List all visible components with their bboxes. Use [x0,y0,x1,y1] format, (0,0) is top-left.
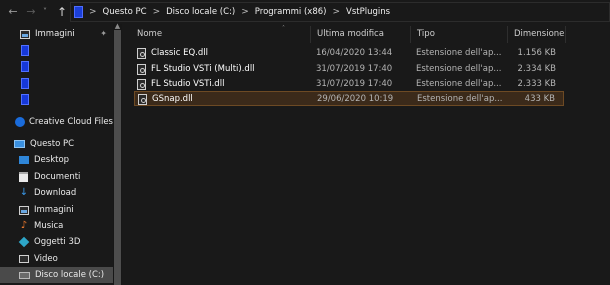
column-header-type[interactable]: Tipo [417,29,435,39]
sort-chevron-icon: ˄ [282,25,285,32]
desktop-icon [19,156,29,164]
file-size: 1.156 KB [517,48,556,58]
file-modified: 16/04/2020 13:44 [316,48,393,58]
nav-item-musica[interactable]: ♪ Musica [0,218,113,234]
breadcrumb-questo-pc[interactable]: Questo PC [103,7,147,17]
nav-item-hidden-3[interactable] [0,75,113,91]
nav-item-label: Download [34,188,77,198]
file-name: FL Studio VSTi.dll [151,79,225,89]
scroll-up-arrow-icon[interactable]: ▲ [113,22,122,30]
scroll-thumb[interactable] [114,30,121,285]
column-divider[interactable] [310,26,311,43]
chevron-right-icon: > [241,7,249,17]
forward-arrow-icon[interactable]: → [24,4,38,20]
nav-item-oggetti-3d[interactable]: Oggetti 3D [0,234,113,250]
file-type: Estensione dell'ap... [417,94,503,104]
file-modified: 29/06/2020 10:19 [317,94,394,104]
nav-item-label: Creative Cloud Files [29,117,113,127]
pictures-folder-icon [20,29,30,39]
file-row[interactable]: Classic EQ.dll 16/04/2020 13:44 Estensio… [134,46,564,61]
navigation-pane: Immagini ✦ Creative Cloud Files Questo P… [0,24,113,285]
breadcrumb-programmi-x86[interactable]: Programmi (x86) [255,7,327,17]
file-row-highlighted[interactable]: GSnap.dll 29/06/2020 10:19 Estensione de… [134,91,564,106]
folder-icon [21,60,29,72]
file-modified: 31/07/2019 17:40 [316,64,393,74]
address-bar-area: ← → ˅ ↑ > Questo PC > Disco locale (C:) … [0,0,610,24]
nav-item-questo-pc[interactable]: Questo PC [0,136,113,152]
video-icon [19,255,29,263]
nav-item-label: Video [34,254,58,264]
up-arrow-icon[interactable]: ↑ [55,4,69,20]
nav-item-download[interactable]: ↓ Download [0,185,113,201]
nav-item-label: Oggetti 3D [34,237,81,247]
column-header-size[interactable]: Dimensione [514,29,564,39]
file-name: Classic EQ.dll [151,48,208,58]
computer-icon [14,140,25,148]
dll-file-icon [137,48,146,59]
column-header-name[interactable]: Nome [137,29,162,39]
folder-icon [21,77,29,89]
file-list-pane: ˄ Nome Ultima modifica Tipo Dimensione C… [122,24,610,285]
location-icon [74,6,83,18]
column-headers: ˄ Nome Ultima modifica Tipo Dimensione [122,25,610,43]
recent-locations-chevron-icon[interactable]: ˅ [40,4,50,20]
file-size: 433 KB [524,94,555,104]
file-modified: 31/07/2019 17:40 [316,79,393,89]
nav-item-disco-locale[interactable]: Disco locale (C:) [0,267,113,283]
dll-file-icon [137,79,146,90]
nav-item-label: Desktop [34,155,70,165]
3d-objects-icon [18,236,30,248]
pictures-folder-icon [19,205,29,215]
nav-item-label: Questo PC [30,139,75,149]
file-name: FL Studio VSTi (Multi).dll [151,64,255,74]
column-header-modified[interactable]: Ultima modifica [317,29,384,39]
documents-icon [19,172,28,182]
column-divider[interactable] [507,26,508,43]
nav-item-hidden-4[interactable] [0,91,113,107]
chevron-right-icon: > [332,7,341,17]
nav-item-hidden-1[interactable] [0,42,113,58]
file-size: 2.333 KB [517,79,556,89]
nav-item-label: Documenti [34,172,81,182]
file-row[interactable]: FL Studio VSTi (Multi).dll 31/07/2019 17… [134,62,564,77]
file-name: GSnap.dll [152,94,193,104]
file-type: Estensione dell'ap... [416,64,502,74]
nav-item-video[interactable]: Video [0,251,113,267]
column-divider[interactable] [410,26,411,43]
file-row[interactable]: FL Studio VSTi.dll 31/07/2019 17:40 Este… [134,77,564,92]
folder-icon [21,44,29,56]
breadcrumb-disco-locale[interactable]: Disco locale (C:) [166,7,235,17]
chevron-right-icon: > [89,7,97,17]
column-divider[interactable] [565,26,566,43]
nav-item-label: Immagini [34,205,74,215]
dll-file-icon [138,94,147,105]
download-icon: ↓ [19,187,29,198]
nav-item-immagini[interactable]: Immagini [0,202,113,218]
nav-item-creative-cloud[interactable]: Creative Cloud Files [0,114,113,130]
drive-icon [19,271,30,279]
file-type: Estensione dell'ap... [416,79,502,89]
nav-item-label: Musica [34,221,64,231]
pin-icon[interactable]: ✦ [100,29,107,38]
dll-file-icon [137,64,146,75]
music-icon: ♪ [20,220,28,231]
address-bar[interactable]: > Questo PC > Disco locale (C:) > Progra… [70,2,610,22]
breadcrumb-vstplugins[interactable]: VstPlugins [346,7,390,17]
nav-item-desktop[interactable]: Desktop [0,152,113,168]
nav-item-label: Immagini [35,29,75,39]
nav-pane-scrollbar[interactable]: ▲ [113,22,122,285]
file-type: Estensione dell'ap... [416,48,502,58]
nav-item-immagini-pinned[interactable]: Immagini ✦ [0,26,113,42]
nav-item-documenti[interactable]: Documenti [0,169,113,185]
file-size: 2.334 KB [517,64,556,74]
creative-cloud-icon [15,117,25,127]
folder-icon [21,93,29,105]
nav-item-hidden-2[interactable] [0,58,113,74]
chevron-right-icon: > [152,7,161,17]
nav-item-label: Disco locale (C:) [35,270,105,280]
back-arrow-icon[interactable]: ← [6,4,20,20]
